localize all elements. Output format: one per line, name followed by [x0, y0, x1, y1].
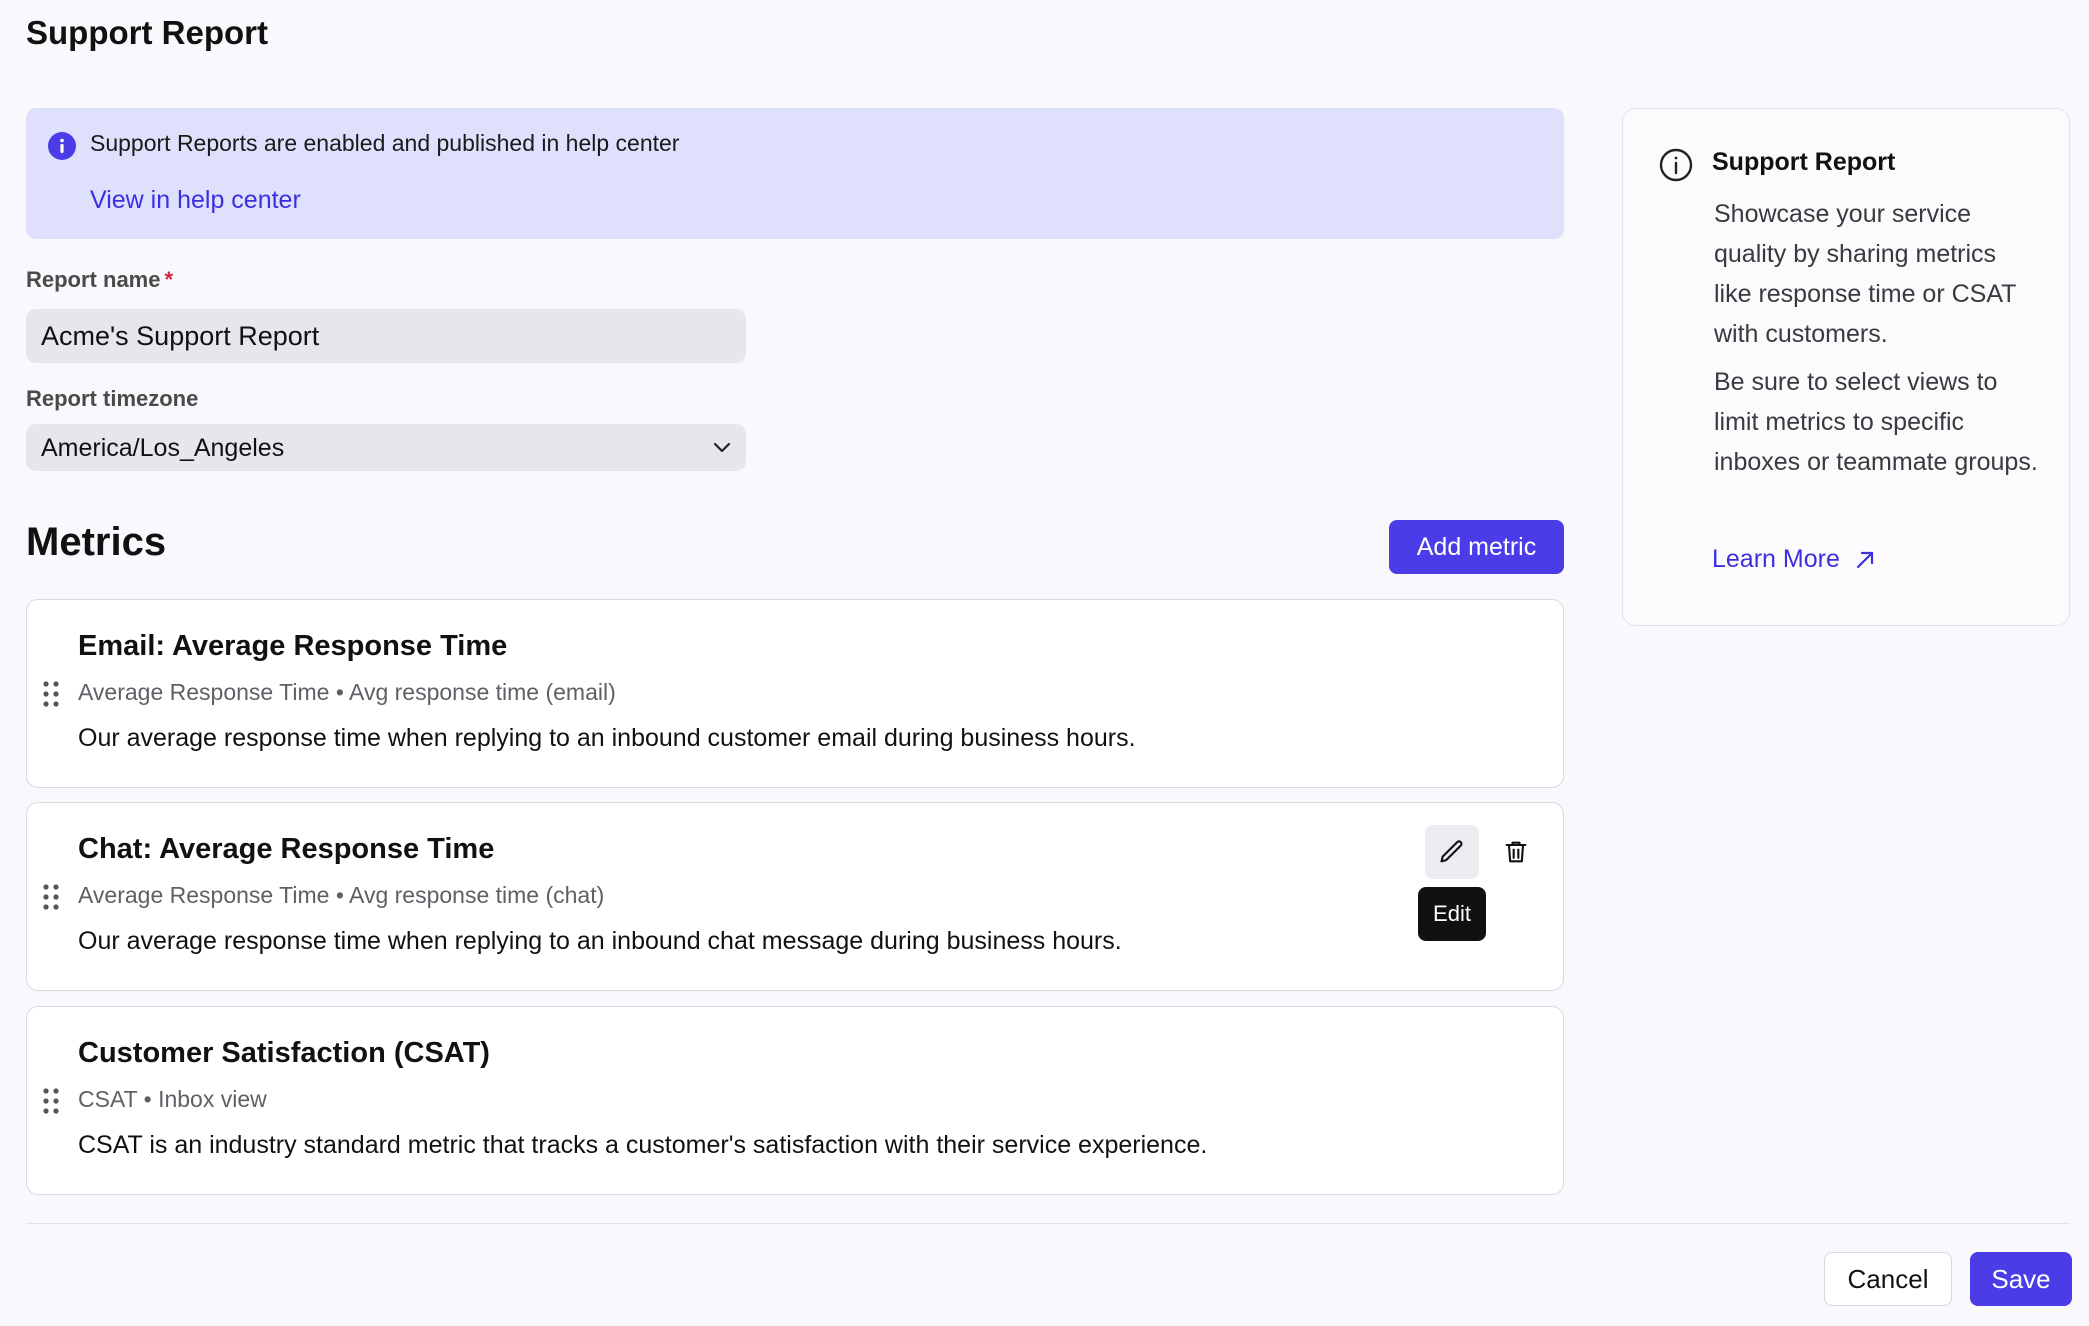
- metric-meta: Average Response Time • Avg response tim…: [78, 679, 616, 706]
- drag-handle-icon[interactable]: [41, 679, 61, 714]
- metric-view: Avg response time (email): [349, 679, 616, 705]
- edit-tooltip: Edit: [1418, 887, 1486, 941]
- trash-icon: [1505, 841, 1527, 863]
- info-banner: Support Reports are enabled and publishe…: [26, 108, 1564, 239]
- page-title: Support Report: [26, 14, 268, 51]
- drag-handle-icon[interactable]: [41, 1086, 61, 1121]
- meta-separator: •: [335, 882, 344, 908]
- metric-type: Average Response Time: [78, 882, 330, 908]
- metric-title: Customer Satisfaction (CSAT): [78, 1037, 490, 1069]
- metric-type: CSAT: [78, 1086, 138, 1112]
- panel-paragraph: Be sure to select views to limit metrics…: [1714, 368, 2038, 476]
- meta-separator: •: [335, 679, 344, 705]
- drag-handle-icon[interactable]: [41, 882, 61, 917]
- learn-more-label: Learn More: [1712, 545, 1840, 573]
- banner-text: Support Reports are enabled and publishe…: [90, 130, 680, 156]
- metric-card[interactable]: Customer Satisfaction (CSAT) CSAT • Inbo…: [26, 1006, 1564, 1195]
- required-marker: *: [164, 267, 174, 292]
- report-name-label-text: Report name: [26, 267, 161, 292]
- metrics-heading: Metrics: [26, 520, 167, 564]
- metric-description: CSAT is an industry standard metric that…: [78, 1131, 1208, 1159]
- timezone-select[interactable]: America/Los_Angeles: [26, 424, 746, 471]
- metric-title: Email: Average Response Time: [78, 630, 508, 662]
- metric-view: Inbox view: [158, 1086, 267, 1112]
- report-name-input[interactable]: [26, 309, 746, 363]
- meta-separator: •: [143, 1086, 152, 1112]
- metric-type: Average Response Time: [78, 679, 330, 705]
- save-button[interactable]: Save: [1970, 1252, 2072, 1306]
- panel-title: Support Report: [1712, 148, 1896, 176]
- metric-title: Chat: Average Response Time: [78, 833, 495, 865]
- metric-meta: CSAT • Inbox view: [78, 1086, 267, 1113]
- app-root: Support Report Support Reports are enabl…: [0, 0, 2089, 1326]
- metric-meta: Average Response Time • Avg response tim…: [78, 882, 604, 909]
- edit-metric-button[interactable]: [1425, 825, 1479, 879]
- support-report-info-panel: Support Report Showcase your service qua…: [1622, 108, 2070, 626]
- report-timezone-label: Report timezone: [26, 386, 199, 411]
- report-name-label: Report name *: [26, 267, 173, 293]
- timezone-select-value: America/Los_Angeles: [41, 434, 285, 462]
- footer-divider: [26, 1223, 2070, 1224]
- view-in-help-center-link[interactable]: View in help center: [90, 186, 301, 215]
- metric-card[interactable]: Email: Average Response Time Average Res…: [26, 599, 1564, 788]
- info-outline-icon: [1658, 147, 1694, 188]
- panel-paragraph: Showcase your service quality by sharing…: [1714, 200, 2016, 348]
- delete-metric-button[interactable]: [1489, 825, 1543, 879]
- cancel-button[interactable]: Cancel: [1824, 1252, 1952, 1306]
- metric-view: Avg response time (chat): [349, 882, 605, 908]
- add-metric-button[interactable]: Add metric: [1389, 520, 1564, 574]
- metric-description: Our average response time when replying …: [78, 724, 1136, 752]
- arrow-up-right-icon: [1856, 551, 1873, 568]
- metric-card[interactable]: Chat: Average Response Time Average Resp…: [26, 802, 1564, 991]
- metric-description: Our average response time when replying …: [78, 927, 1122, 955]
- chevron-down-icon: [710, 435, 734, 464]
- learn-more-link[interactable]: Learn More: [1712, 545, 1876, 574]
- pencil-icon: [1440, 840, 1463, 863]
- info-icon: [48, 132, 76, 160]
